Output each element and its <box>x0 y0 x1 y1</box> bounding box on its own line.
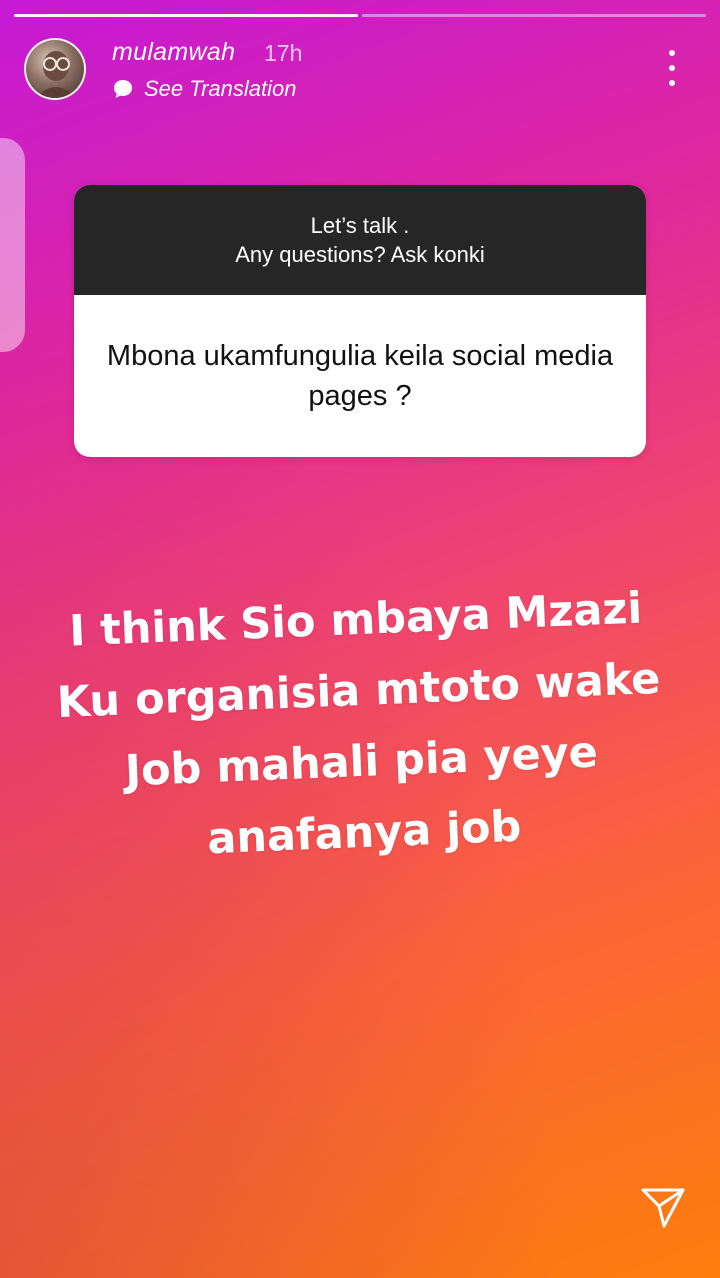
username[interactable]: mulamwah <box>112 38 235 67</box>
question-sticker[interactable]: Let’s talk . Any questions? Ask konki Mb… <box>74 185 646 457</box>
more-vertical-icon <box>669 80 675 86</box>
question-sticker-header: Let’s talk . Any questions? Ask konki <box>74 185 646 295</box>
see-translation-button[interactable]: See Translation <box>112 76 296 102</box>
avatar-image <box>36 51 76 98</box>
more-vertical-icon <box>669 65 675 71</box>
question-text: Mbona ukamfungulia keila social media pa… <box>106 340 614 412</box>
post-time: 17h <box>264 40 303 66</box>
more-vertical-icon <box>669 50 675 56</box>
more-options-button[interactable] <box>660 50 684 86</box>
see-translation-label: See Translation <box>144 76 297 101</box>
story-header: mulamwah 17h See Translation <box>24 38 704 108</box>
speech-bubble-icon <box>114 80 132 98</box>
previous-story-edge[interactable] <box>0 138 25 352</box>
progress-segment-current <box>362 14 706 17</box>
answer-text: I think Sio mbaya Mzazi Ku organisia mto… <box>35 572 686 881</box>
progress-segment-completed <box>14 14 358 17</box>
avatar[interactable] <box>24 38 86 100</box>
story-progress-bar <box>14 14 706 17</box>
question-prompt-line2: Any questions? Ask konki <box>235 242 485 267</box>
send-icon[interactable] <box>640 1186 686 1230</box>
question-prompt-line1: Let’s talk . <box>310 213 410 238</box>
